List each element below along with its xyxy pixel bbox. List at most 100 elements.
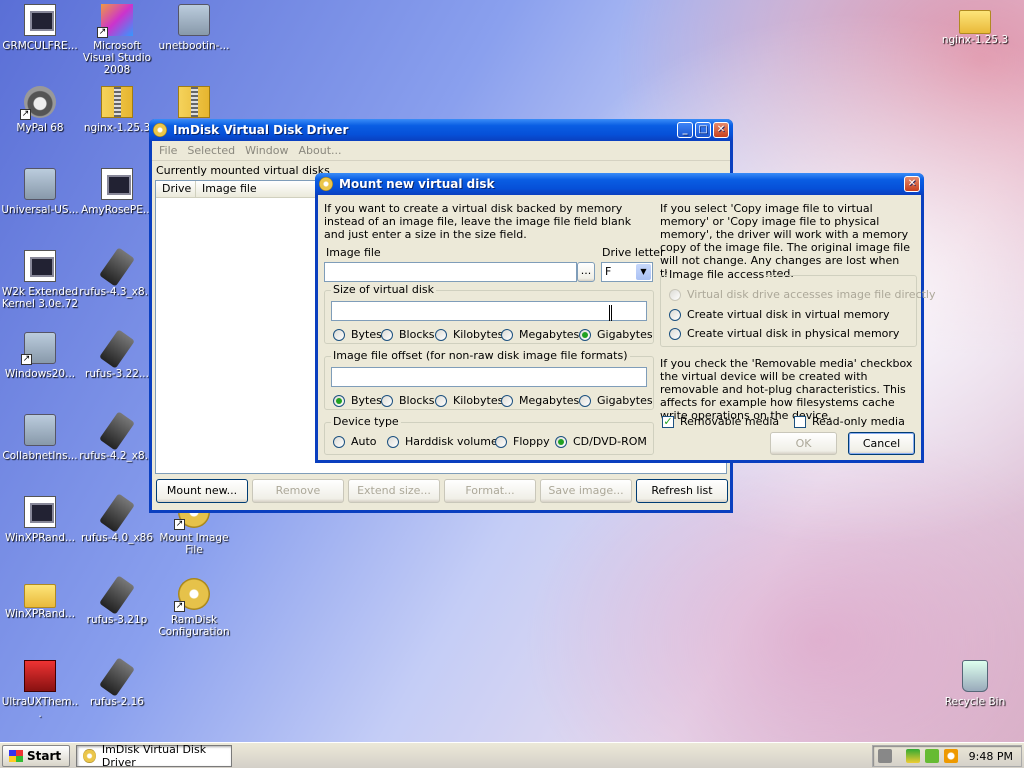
desktop-icon-rufus-321p[interactable]: rufus-3.21p — [78, 575, 156, 626]
size-unit-megabytes[interactable]: Megabytes — [501, 328, 579, 341]
menu-file[interactable]: File — [154, 144, 182, 157]
desktop-icon-winxprand-folder[interactable]: WinXPRand... — [1, 578, 79, 620]
setup-icon: ↗ — [21, 332, 56, 365]
offset-unit-blocks[interactable]: Blocks — [381, 394, 434, 407]
desktop-icon-nginx-folder[interactable]: nginx-1.25.3 — [936, 4, 1014, 46]
mount-dialog-titlebar[interactable]: Mount new virtual disk ✕ — [315, 173, 924, 195]
radio-icon — [387, 435, 399, 448]
folder-icon — [959, 10, 991, 34]
desktop-icon-collabnet[interactable]: CollabnetIns... — [1, 414, 79, 462]
checkbox-empty-icon — [794, 415, 806, 428]
device-floppy[interactable]: Floppy — [495, 435, 550, 448]
desktop-icon-unetbootin[interactable]: unetbootin-... — [155, 4, 233, 52]
desktop-icon-ultrauxtheme[interactable]: UltraUXThem... — [1, 660, 79, 720]
access-direct[interactable]: Virtual disk drive accesses image file d… — [669, 288, 936, 301]
drive-letter-label: Drive letter — [602, 246, 665, 259]
desktop-icon-rufus-40[interactable]: rufus-4.0_x86 — [78, 493, 156, 544]
size-unit-gigabytes[interactable]: Gigabytes — [579, 328, 653, 341]
radio-icon — [495, 435, 507, 448]
offset-unit-megabytes[interactable]: Megabytes — [501, 394, 579, 407]
security-shield-icon[interactable] — [905, 749, 920, 763]
offset-unit-gigabytes[interactable]: Gigabytes — [579, 394, 653, 407]
read-only-media-checkbox[interactable]: Read-only media — [794, 415, 905, 428]
drive-letter-select[interactable]: F ▼ — [601, 262, 653, 282]
imdisk-menubar: File Selected Window About... — [152, 141, 730, 161]
close-button[interactable]: ✕ — [713, 122, 729, 138]
patcher-icon — [24, 660, 56, 692]
device-cdrom[interactable]: CD/DVD-ROM — [555, 435, 647, 448]
desktop-icon-recycle-bin[interactable]: Recycle Bin — [936, 660, 1014, 708]
start-button[interactable]: Start — [2, 744, 71, 767]
recycle-bin-icon — [962, 660, 988, 692]
radio-selected-icon — [579, 328, 591, 341]
access-virtual-memory[interactable]: Create virtual disk in virtual memory — [669, 308, 890, 321]
size-unit-bytes[interactable]: Bytes — [333, 328, 382, 341]
network-icon[interactable] — [924, 749, 939, 763]
desktop-icon-rufus-43[interactable]: rufus-4.3_x8... — [78, 247, 156, 298]
size-group-label: Size of virtual disk — [331, 283, 436, 296]
desktop-icon-winxprand[interactable]: WinXPRand... — [1, 496, 79, 544]
desktop-icon-grmculfre[interactable]: GRMCULFRE... — [1, 4, 79, 52]
offset-unit-bytes[interactable]: Bytes — [333, 394, 382, 407]
keyboard-icon[interactable] — [877, 749, 892, 763]
removable-media-checkbox[interactable]: ✓ Removable media — [662, 415, 779, 428]
usb-drive-icon — [99, 575, 135, 615]
radio-selected-icon — [333, 394, 345, 407]
mount-new-button[interactable]: Mount new... — [156, 479, 248, 503]
desktop-icon-w2k-kernel[interactable]: W2k Extended Kernel 3.0e.72 — [1, 250, 79, 310]
desktop-icon-rufus-42[interactable]: rufus-4.2_x8... — [78, 411, 156, 462]
desktop-icon-ramdisk-config[interactable]: ↗ RamDisk Configuration — [155, 578, 233, 638]
refresh-list-button[interactable]: Refresh list — [636, 479, 728, 503]
desktop-icon-rufus-322[interactable]: rufus-3.22... — [78, 329, 156, 380]
desktop-icon-amyrosepe[interactable]: AmyRosePE... — [78, 168, 156, 216]
device-type-group: Device type Auto Harddisk volume Floppy … — [324, 415, 654, 455]
radio-icon — [669, 308, 681, 321]
usb-drive-icon — [99, 411, 135, 451]
desktop-icon-visual-studio[interactable]: ↗ Microsoft Visual Studio 2008 — [78, 4, 156, 76]
desktop-icon-rufus-216[interactable]: rufus-2.16 — [78, 657, 156, 708]
save-image-button[interactable]: Save image... — [540, 479, 632, 503]
menu-selected[interactable]: Selected — [182, 144, 240, 157]
maximize-button[interactable]: □ — [695, 122, 711, 138]
format-button[interactable]: Format... — [444, 479, 536, 503]
menu-about[interactable]: About... — [293, 144, 346, 157]
dialog-close-button[interactable]: ✕ — [904, 176, 920, 192]
menu-window[interactable]: Window — [240, 144, 293, 157]
chevron-down-icon[interactable]: ▼ — [636, 264, 651, 280]
device-harddisk[interactable]: Harddisk volume — [387, 435, 498, 448]
desktop-icon-nginx-zip[interactable]: nginx-1.25.3 — [78, 86, 156, 134]
remove-button[interactable]: Remove — [252, 479, 344, 503]
desktop-icon-mypal[interactable]: ↗ MyPal 68 — [1, 86, 79, 134]
document-icon — [24, 4, 56, 36]
offset-unit-kilobytes[interactable]: Kilobytes — [435, 394, 503, 407]
radio-icon — [333, 328, 345, 341]
offset-input[interactable] — [331, 367, 647, 387]
radio-selected-icon — [555, 435, 567, 448]
column-drive[interactable]: Drive — [156, 181, 196, 197]
access-physical-memory[interactable]: Create virtual disk in physical memory — [669, 327, 899, 340]
intro-text: If you want to create a virtual disk bac… — [324, 202, 632, 241]
search-icon[interactable] — [943, 749, 958, 763]
taskbar-item-imdisk[interactable]: ImDisk Virtual Disk Driver — [76, 743, 233, 768]
usb-drive-icon — [99, 329, 135, 369]
radio-icon — [381, 394, 393, 407]
device-auto[interactable]: Auto — [333, 435, 377, 448]
image-file-input[interactable] — [324, 262, 577, 282]
cancel-button[interactable]: Cancel — [848, 432, 915, 455]
extend-size-button[interactable]: Extend size... — [348, 479, 440, 503]
clock[interactable]: 9:48 PM — [969, 750, 1013, 763]
size-unit-blocks[interactable]: Blocks — [381, 328, 434, 341]
zip-folder-icon — [178, 86, 210, 118]
desktop-icon-windows20[interactable]: ↗ Windows20... — [1, 332, 79, 380]
desktop-icon-universal-usb[interactable]: Universal-US... — [1, 168, 79, 216]
minimize-button[interactable]: _ — [677, 122, 693, 138]
zip-folder-icon — [101, 86, 133, 118]
desktop-icon-nginx-zip-2[interactable] — [155, 86, 233, 122]
radio-icon — [333, 435, 345, 448]
imdisk-titlebar[interactable]: ImDisk Virtual Disk Driver _ □ ✕ — [149, 119, 733, 141]
browse-button[interactable]: ... — [577, 262, 595, 282]
usb-drive-icon — [99, 493, 135, 533]
size-input[interactable] — [331, 301, 647, 321]
size-unit-kilobytes[interactable]: Kilobytes — [435, 328, 503, 341]
ok-button[interactable]: OK — [770, 432, 837, 455]
